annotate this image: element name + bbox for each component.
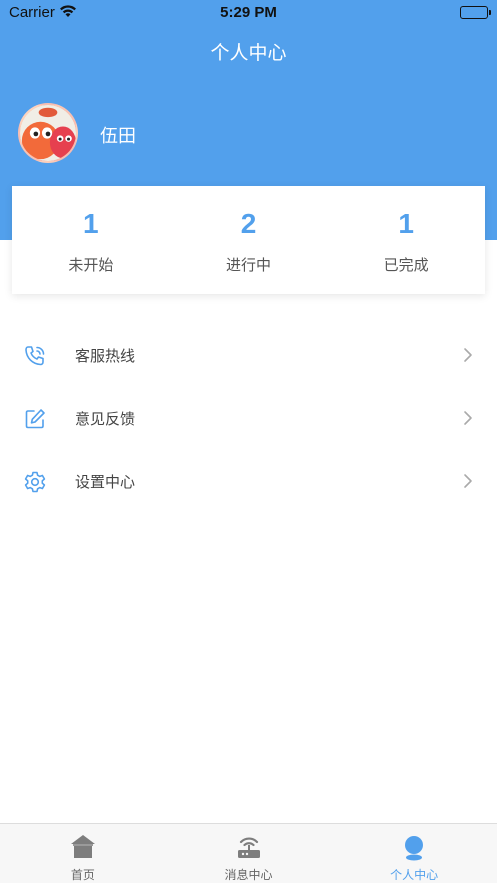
- user-icon: [400, 833, 428, 861]
- task-stats-card: 1 未开始 2 进行中 1 已完成: [12, 186, 485, 294]
- stat-not-started[interactable]: 1 未开始: [12, 186, 170, 294]
- router-icon: [235, 833, 263, 861]
- edit-icon: [23, 407, 47, 431]
- menu-label: 客服热线: [75, 347, 136, 365]
- tab-label: 消息中心: [224, 868, 273, 882]
- chevron-right-icon: [463, 347, 473, 363]
- chevron-right-icon: [463, 473, 473, 489]
- stat-in-progress[interactable]: 2 进行中: [170, 186, 328, 294]
- tab-label: 个人中心: [390, 868, 439, 882]
- avatar-image: [20, 105, 76, 161]
- menu-label: 设置中心: [75, 473, 136, 491]
- battery-icon: [460, 6, 491, 19]
- stat-label: 已完成: [383, 256, 429, 274]
- tab-bar: 首页 消息中心 个人中心: [0, 823, 497, 883]
- tab-messages[interactable]: 消息中心: [166, 824, 332, 883]
- gear-icon: [23, 470, 47, 494]
- status-bar: Carrier 5:29 PM: [0, 0, 497, 26]
- menu-item-hotline[interactable]: 客服热线: [0, 324, 497, 387]
- settings-menu: 客服热线 意见反馈 设置中心: [0, 324, 497, 513]
- page-title: 个人中心: [210, 42, 287, 64]
- phone-icon: [23, 344, 47, 368]
- home-icon: [69, 833, 97, 861]
- username: 伍田: [100, 126, 136, 147]
- menu-label: 意见反馈: [75, 410, 136, 428]
- avatar[interactable]: [18, 103, 78, 163]
- menu-item-settings[interactable]: 设置中心: [0, 450, 497, 513]
- chevron-right-icon: [463, 410, 473, 426]
- stat-value: 2: [240, 208, 257, 239]
- stat-completed[interactable]: 1 已完成: [327, 186, 485, 294]
- status-time: 5:29 PM: [220, 4, 277, 21]
- tab-label: 首页: [70, 868, 95, 882]
- stat-value: 1: [398, 208, 414, 239]
- menu-item-feedback[interactable]: 意见反馈: [0, 387, 497, 450]
- tab-profile[interactable]: 个人中心: [331, 824, 497, 883]
- tab-home[interactable]: 首页: [0, 824, 166, 883]
- stat-label: 未开始: [68, 256, 114, 274]
- stat-label: 进行中: [226, 256, 272, 274]
- stat-value: 1: [83, 208, 99, 239]
